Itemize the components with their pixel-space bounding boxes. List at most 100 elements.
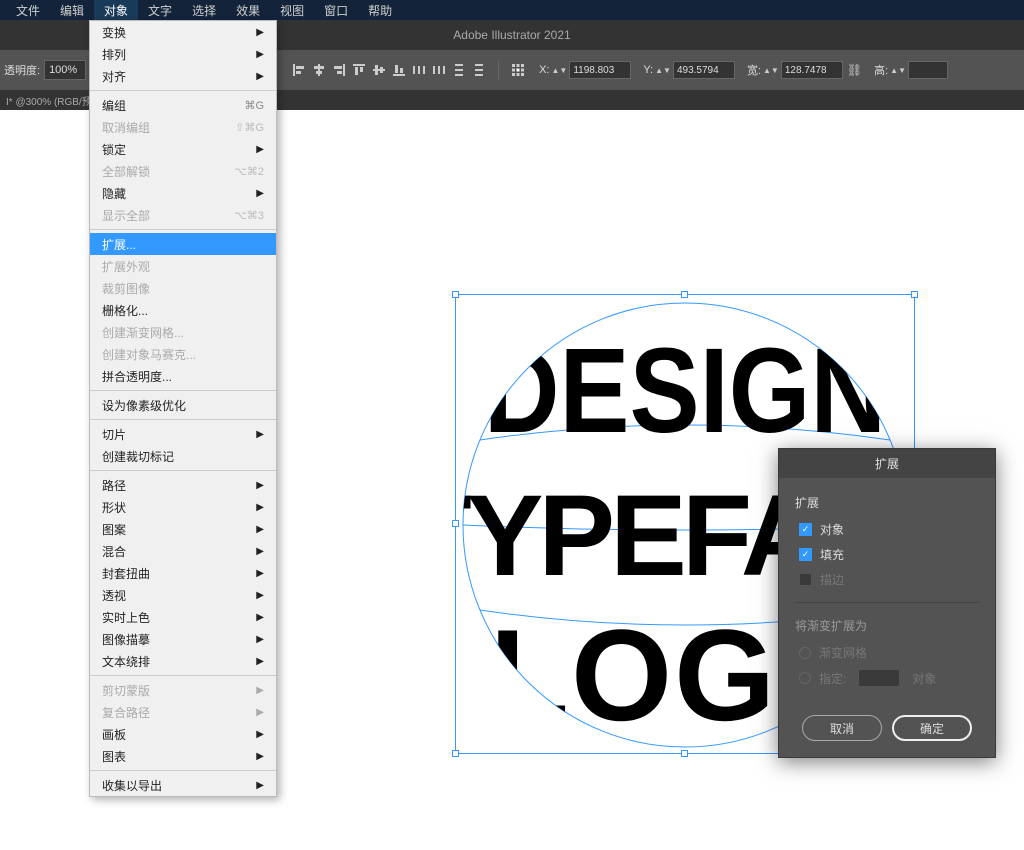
link-wh-icon[interactable]: ⛓ <box>847 63 862 77</box>
align-hcenter-icon[interactable] <box>310 61 328 79</box>
submenu-arrow-icon: ▶ <box>256 751 264 762</box>
x-input[interactable] <box>569 61 631 79</box>
menu-item-29[interactable]: 透视▶ <box>90 584 276 606</box>
submenu-arrow-icon: ▶ <box>256 656 264 667</box>
menu-item-36[interactable]: 画板▶ <box>90 723 276 745</box>
align-vcenter-icon[interactable] <box>370 61 388 79</box>
menu-item-7: 全部解锁⌥⌘2 <box>90 160 276 182</box>
checkbox-fill[interactable]: ✓ <box>799 548 812 561</box>
handle-bottom-left[interactable] <box>452 750 459 757</box>
radio-specify <box>799 672 811 684</box>
menu-item-28[interactable]: 封套扭曲 ▶ <box>90 562 276 584</box>
radio-gradient <box>799 647 811 659</box>
ok-button[interactable]: 确定 <box>892 715 972 741</box>
menu-item-30[interactable]: 实时上色▶ <box>90 606 276 628</box>
checkbox-object-row[interactable]: ✓ 对象 <box>795 521 979 538</box>
dist-h2-icon[interactable] <box>430 61 448 79</box>
menu-help[interactable]: 帮助 <box>358 0 402 21</box>
align-bottom-icon[interactable] <box>390 61 408 79</box>
menu-item-25[interactable]: 形状▶ <box>90 496 276 518</box>
h-input[interactable] <box>908 61 948 79</box>
menu-item-39[interactable]: 收集以导出▶ <box>90 774 276 796</box>
checkbox-object[interactable]: ✓ <box>799 523 812 536</box>
menu-item-label: 扩展... <box>102 236 136 253</box>
x-stepper-icon[interactable]: ▲▼ <box>551 66 567 75</box>
menu-item-1[interactable]: 排列▶ <box>90 43 276 65</box>
menu-item-34: 剪切蒙版▶ <box>90 679 276 701</box>
menu-item-label: 显示全部 <box>102 207 150 224</box>
y-input[interactable] <box>673 61 735 79</box>
checkbox-stroke-row: 描边 <box>795 571 979 588</box>
radio-gradient-row: 渐变网格 <box>795 644 979 661</box>
menu-item-label: 拼合透明度... <box>102 368 172 385</box>
menu-edit[interactable]: 编辑 <box>50 0 94 21</box>
cancel-button[interactable]: 取消 <box>802 715 882 741</box>
object-menu-dropdown: 变换▶排列▶对齐▶编组⌘G取消编组⇧⌘G锁定▶全部解锁⌥⌘2隐藏▶显示全部⌥⌘3… <box>89 20 277 797</box>
dist-v-icon[interactable] <box>450 61 468 79</box>
radio-specify-label: 指定: <box>819 670 846 687</box>
checkbox-stroke <box>799 573 812 586</box>
menu-item-0[interactable]: 变换▶ <box>90 21 276 43</box>
x-label: X: <box>539 64 549 76</box>
align-right-icon[interactable] <box>330 61 348 79</box>
submenu-arrow-icon: ▶ <box>256 144 264 155</box>
menu-view[interactable]: 视图 <box>270 0 314 21</box>
menu-item-21[interactable]: 切片▶ <box>90 423 276 445</box>
menu-item-26[interactable]: 图案▶ <box>90 518 276 540</box>
menu-item-6[interactable]: 锁定 ▶ <box>90 138 276 160</box>
menu-item-label: 排列 <box>102 46 126 63</box>
handle-top-left[interactable] <box>452 291 459 298</box>
radio-gradient-label: 渐变网格 <box>819 644 867 661</box>
handle-top-middle[interactable] <box>681 291 688 298</box>
menu-item-32[interactable]: 文本绕排 ▶ <box>90 650 276 672</box>
dist-v2-icon[interactable] <box>470 61 488 79</box>
menu-item-label: 锁定 <box>102 141 126 158</box>
menu-item-27[interactable]: 混合▶ <box>90 540 276 562</box>
menu-item-14[interactable]: 栅格化... <box>90 299 276 321</box>
menu-item-11[interactable]: 扩展... <box>90 233 276 255</box>
menu-item-19[interactable]: 设为像素级优化 <box>90 394 276 416</box>
menu-item-2[interactable]: 对齐▶ <box>90 65 276 87</box>
menu-item-17[interactable]: 拼合透明度... <box>90 365 276 387</box>
handle-top-right[interactable] <box>911 291 918 298</box>
opacity-input[interactable] <box>44 60 86 80</box>
gradient-section-title: 将渐变扩展为 <box>795 617 979 634</box>
menu-object[interactable]: 对象 <box>94 0 138 21</box>
menu-item-22[interactable]: 创建裁切标记 <box>90 445 276 467</box>
checkbox-fill-row[interactable]: ✓ 填充 <box>795 546 979 563</box>
menu-select[interactable]: 选择 <box>182 0 226 21</box>
menu-item-label: 形状 <box>102 499 126 516</box>
menu-item-label: 隐藏 <box>102 185 126 202</box>
menu-effect[interactable]: 效果 <box>226 0 270 21</box>
document-tab[interactable]: I* @300% (RGB/预 <box>6 93 92 108</box>
menu-item-4[interactable]: 编组⌘G <box>90 94 276 116</box>
menu-item-label: 创建对象马赛克... <box>102 346 196 363</box>
menu-window[interactable]: 窗口 <box>314 0 358 21</box>
menu-type[interactable]: 文字 <box>138 0 182 21</box>
checkbox-stroke-label: 描边 <box>820 571 844 588</box>
h-stepper-icon[interactable]: ▲▼ <box>890 66 906 75</box>
menu-file[interactable]: 文件 <box>6 0 50 21</box>
menu-item-8[interactable]: 隐藏▶ <box>90 182 276 204</box>
submenu-arrow-icon: ▶ <box>256 590 264 601</box>
w-stepper-icon[interactable]: ▲▼ <box>763 66 779 75</box>
menu-item-label: 栅格化... <box>102 302 148 319</box>
menu-item-5: 取消编组⇧⌘G <box>90 116 276 138</box>
submenu-arrow-icon: ▶ <box>256 568 264 579</box>
menu-shortcut: ⇧⌘G <box>235 121 264 134</box>
y-stepper-icon[interactable]: ▲▼ <box>655 66 671 75</box>
handle-middle-left[interactable] <box>452 520 459 527</box>
dist-h-icon[interactable] <box>410 61 428 79</box>
expand-dialog: 扩展 扩展 ✓ 对象 ✓ 填充 描边 将渐变扩展为 渐变网格 指定: 对象 取消… <box>778 448 996 758</box>
align-top-icon[interactable] <box>350 61 368 79</box>
menu-item-label: 文本绕排 <box>102 653 150 670</box>
menu-item-31[interactable]: 图像描摹▶ <box>90 628 276 650</box>
menu-item-24[interactable]: 路径▶ <box>90 474 276 496</box>
transform-reference-icon[interactable] <box>509 61 527 79</box>
w-input[interactable] <box>781 61 843 79</box>
align-left-icon[interactable] <box>290 61 308 79</box>
menu-item-label: 封套扭曲 <box>102 565 150 582</box>
handle-bottom-middle[interactable] <box>681 750 688 757</box>
menu-item-37[interactable]: 图表▶ <box>90 745 276 767</box>
menu-item-label: 创建裁切标记 <box>102 448 174 465</box>
